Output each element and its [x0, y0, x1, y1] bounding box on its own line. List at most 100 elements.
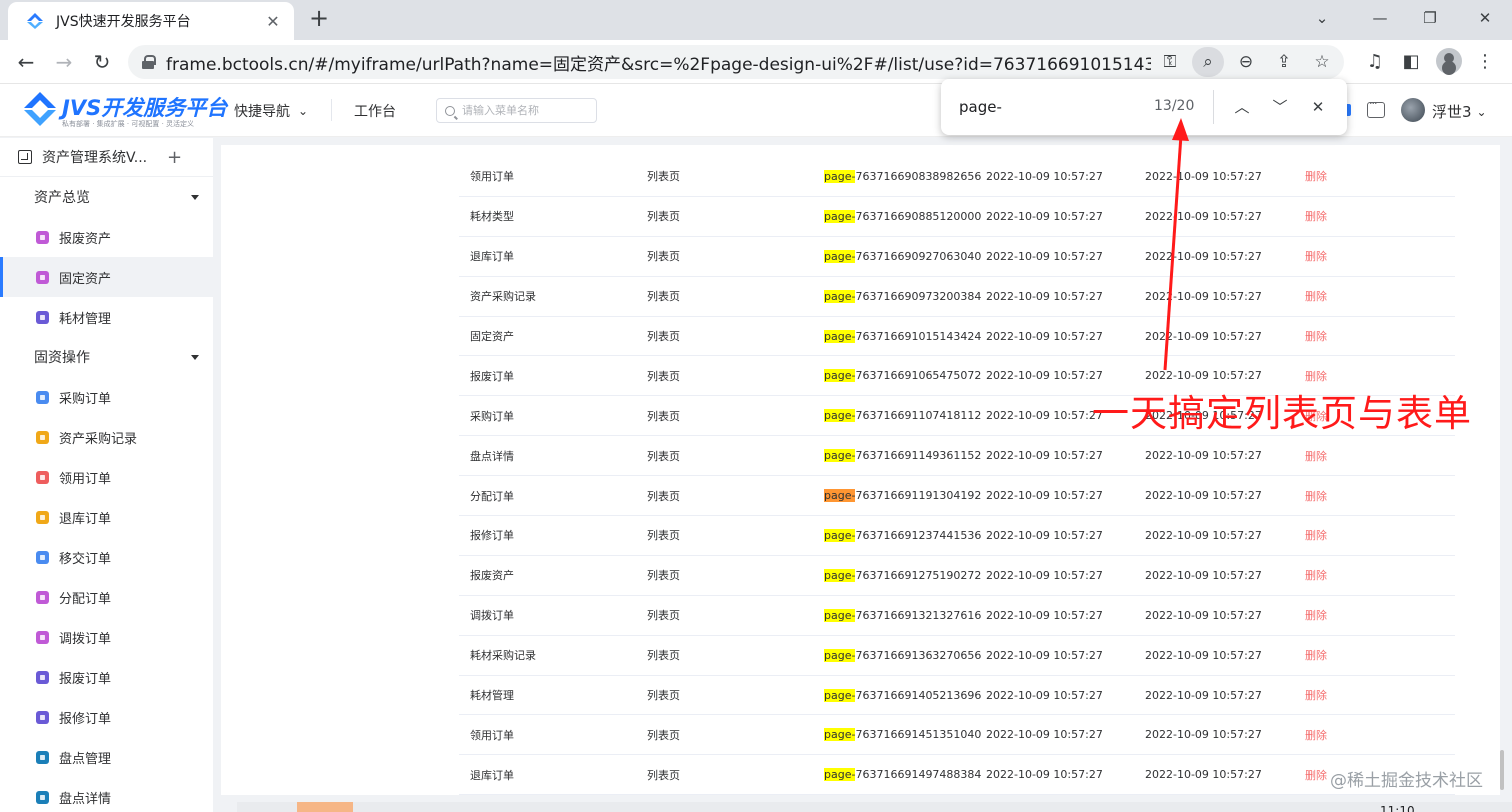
- page-code-number: 763716690927063040: [855, 249, 982, 263]
- delete-button[interactable]: 删除: [1305, 328, 1327, 344]
- side-panel-icon[interactable]: ◧: [1398, 50, 1424, 74]
- created-time-cell: 2022-10-09 10:57:27: [986, 648, 1103, 662]
- sidebar-menu-item[interactable]: 退库订单: [0, 497, 213, 537]
- menu-search-box[interactable]: [436, 98, 597, 123]
- user-menu[interactable]: 浮世3 ⌄: [1432, 101, 1487, 122]
- share-icon[interactable]: ⇪: [1268, 47, 1300, 77]
- page-name-cell: 固定资产: [470, 330, 514, 343]
- quick-nav-dropdown[interactable]: 快捷导航 ⌄: [234, 101, 308, 121]
- delete-button[interactable]: 删除: [1305, 208, 1327, 224]
- sidebar-menu-item[interactable]: 固定资产: [0, 257, 213, 297]
- sidebar-menu-item[interactable]: 报修订单: [0, 697, 213, 737]
- delete-button[interactable]: 删除: [1305, 248, 1327, 264]
- sidebar-menu-item[interactable]: 盘点管理: [0, 737, 213, 777]
- created-time-cell: 2022-10-09 10:57:27: [986, 409, 1103, 423]
- page-code-number: 763716690838982656: [855, 169, 982, 183]
- user-name: 浮世3: [1432, 103, 1472, 121]
- page-code-number: 763716691149361152: [855, 449, 982, 463]
- delete-button[interactable]: 删除: [1305, 687, 1327, 703]
- sidebar-menu-item[interactable]: 盘点详情: [0, 777, 213, 812]
- sidebar-menu-item[interactable]: 调拨订单: [0, 617, 213, 657]
- updated-time-cell: 2022-10-09 10:57:27: [1145, 608, 1262, 622]
- page-type-cell: 列表页: [647, 768, 680, 782]
- delete-button[interactable]: 删除: [1305, 567, 1327, 583]
- delete-button[interactable]: 删除: [1305, 288, 1327, 304]
- new-tab-icon[interactable]: +: [306, 6, 332, 32]
- back-icon[interactable]: ←: [12, 48, 40, 76]
- updated-time-cell: 2022-10-09 10:57:27: [1145, 728, 1262, 742]
- page-code-number: 763716691363270656: [855, 648, 982, 662]
- sidebar-menu-item[interactable]: 耗材管理: [0, 297, 213, 337]
- page-name-cell: 报修订单: [470, 529, 514, 543]
- reload-icon[interactable]: ↻: [88, 48, 116, 76]
- tab-close-icon[interactable]: ✕: [264, 12, 282, 31]
- omnibox[interactable]: frame.bctools.cn/#/myiframe/urlPath?name…: [128, 45, 1344, 79]
- url-text[interactable]: frame.bctools.cn/#/myiframe/urlPath?name…: [166, 50, 1151, 75]
- find-highlight: page-: [824, 489, 856, 503]
- page-name-cell: 盘点详情: [470, 449, 514, 463]
- user-avatar[interactable]: [1401, 98, 1425, 122]
- close-window-icon[interactable]: ✕: [1465, 6, 1505, 30]
- delete-button[interactable]: 删除: [1305, 168, 1327, 184]
- delete-button[interactable]: 删除: [1305, 647, 1327, 663]
- find-highlight: page-: [824, 688, 856, 702]
- vertical-scroll-thumb[interactable]: [1500, 750, 1504, 790]
- key-icon[interactable]: ⚿: [1154, 47, 1186, 77]
- add-icon[interactable]: +: [167, 147, 182, 168]
- sidebar-menu-item[interactable]: 采购订单: [0, 377, 213, 417]
- find-highlight: page-: [824, 449, 856, 463]
- browser-tab[interactable]: JVS快速开发服务平台 ✕: [8, 2, 294, 40]
- zoom-icon[interactable]: ⊖: [1230, 47, 1262, 77]
- page-type-cell: 列表页: [647, 489, 680, 503]
- find-close-icon[interactable]: ✕: [1304, 93, 1332, 121]
- media-control-icon[interactable]: ♫: [1362, 50, 1388, 74]
- updated-time-cell: 2022-10-09 10:57:27: [1145, 768, 1262, 782]
- created-time-cell: 2022-10-09 10:57:27: [986, 369, 1103, 383]
- lock-icon[interactable]: [142, 55, 156, 69]
- profile-avatar-icon[interactable]: [1436, 48, 1462, 74]
- page-code-number: 763716691275190272: [855, 568, 982, 582]
- delete-button[interactable]: 删除: [1305, 767, 1327, 783]
- message-icon[interactable]: [1367, 97, 1385, 118]
- menu-item-icon: [36, 710, 49, 724]
- menu-search-input[interactable]: [462, 104, 592, 117]
- sidebar-menu-item[interactable]: 报废资产: [0, 217, 213, 257]
- sidebar-menu-item[interactable]: 资产采购记录: [0, 417, 213, 457]
- delete-button[interactable]: 删除: [1305, 527, 1327, 543]
- chevron-down-icon: ⌄: [298, 104, 309, 118]
- delete-button[interactable]: 删除: [1305, 727, 1327, 743]
- forward-icon[interactable]: →: [50, 48, 78, 76]
- minimize-icon[interactable]: —: [1360, 6, 1400, 30]
- sidebar-group[interactable]: 固资操作: [0, 337, 213, 377]
- caret-down-icon: [191, 194, 199, 200]
- restore-icon[interactable]: ❐: [1410, 6, 1450, 30]
- sidebar-menu-item[interactable]: 领用订单: [0, 457, 213, 497]
- find-in-page-icon[interactable]: ⌕: [1192, 47, 1224, 77]
- page-code-cell: page-763716690838982656: [824, 169, 982, 183]
- browser-menu-icon[interactable]: ⋮: [1472, 50, 1498, 74]
- workbench-link[interactable]: 工作台: [354, 101, 396, 121]
- sidebar-menu-item[interactable]: 报废订单: [0, 657, 213, 697]
- horizontal-scrollbar[interactable]: [237, 802, 1512, 812]
- bookmark-star-icon[interactable]: ☆: [1306, 47, 1338, 77]
- menu-item-icon: [36, 670, 49, 684]
- horizontal-scroll-thumb[interactable]: [297, 802, 353, 812]
- sidebar-menu-item[interactable]: 分配订单: [0, 577, 213, 617]
- delete-button[interactable]: 删除: [1305, 448, 1327, 464]
- find-highlight: page-: [824, 568, 856, 582]
- delete-button[interactable]: 删除: [1305, 607, 1327, 623]
- created-time-cell: 2022-10-09 10:57:27: [986, 688, 1103, 702]
- sidebar-menu-item[interactable]: 移交订单: [0, 537, 213, 577]
- find-highlight: page-: [824, 329, 856, 343]
- system-selector[interactable]: 资产管理系统V... +: [0, 138, 213, 177]
- find-input[interactable]: page-: [959, 98, 1002, 116]
- delete-button[interactable]: 删除: [1305, 488, 1327, 504]
- tab-search-chevron-icon[interactable]: ⌄: [1302, 6, 1342, 30]
- find-next-icon[interactable]: ﹀: [1266, 93, 1294, 121]
- sidebar-group[interactable]: 资产总览: [0, 177, 213, 217]
- delete-button[interactable]: 删除: [1305, 368, 1327, 384]
- updated-time-cell: 2022-10-09 10:57:27: [1145, 369, 1262, 383]
- updated-time-cell: 2022-10-09 10:57:27: [1145, 688, 1262, 702]
- jvs-logo[interactable]: JVS开发服务平台 私有部署 · 集成扩展 · 可视配置 · 灵活定义: [22, 90, 227, 132]
- find-previous-icon[interactable]: ︿: [1228, 93, 1256, 121]
